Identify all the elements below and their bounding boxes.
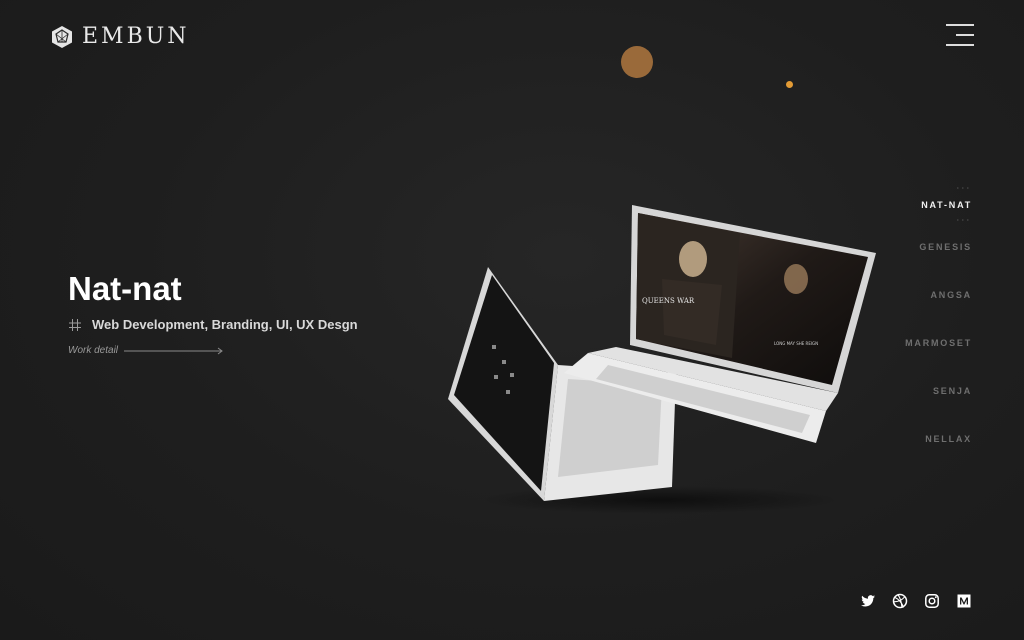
menu-line xyxy=(946,44,974,46)
project-nav-label: NAT-NAT xyxy=(921,200,972,210)
laptop-mockups-illustration: QUEENS WAR LONG MAY SHE REIGN xyxy=(448,205,876,514)
work-detail-link[interactable]: Work detail xyxy=(68,345,224,356)
project-nav-label: NELLAX xyxy=(925,434,972,444)
brand-logo[interactable]: EMBUN xyxy=(50,24,190,49)
project-nav-item-genesis[interactable]: GENESIS xyxy=(905,234,972,282)
mockup-quote: LONG MAY SHE REIGN xyxy=(774,341,818,346)
menu-line xyxy=(946,24,974,26)
brand-name: EMBUN xyxy=(82,24,190,49)
hash-icon xyxy=(69,318,81,331)
twitter-icon[interactable] xyxy=(860,593,876,609)
project-tags: Web Development, Branding, UI, UX Desgn xyxy=(68,317,358,332)
project-nav: ··· NAT-NAT ··· GENESIS ANGSA MARMOSET S… xyxy=(905,186,972,474)
project-nav-item-marmoset[interactable]: MARMOSET xyxy=(905,330,972,378)
project-nav-item-nat-nat[interactable]: ··· NAT-NAT ··· xyxy=(905,186,972,234)
active-indicator-dots: ··· xyxy=(957,218,972,224)
project-nav-label: MARMOSET xyxy=(905,338,972,348)
medium-icon[interactable] xyxy=(956,593,972,609)
menu-button[interactable] xyxy=(944,24,974,46)
project-tags-text: Web Development, Branding, UI, UX Desgn xyxy=(92,317,358,332)
project-title: Nat-nat xyxy=(68,270,182,307)
work-detail-label: Work detail xyxy=(68,345,119,356)
project-nav-label: ANGSA xyxy=(930,290,972,300)
logo-icon xyxy=(52,25,72,48)
instagram-icon[interactable] xyxy=(924,593,940,609)
active-indicator-dots: ··· xyxy=(957,186,972,192)
project-nav-item-angsa[interactable]: ANGSA xyxy=(905,282,972,330)
project-nav-label: GENESIS xyxy=(919,242,972,252)
decorative-orb xyxy=(621,46,653,78)
mockup-headline: QUEENS WAR xyxy=(642,297,695,305)
menu-line xyxy=(956,34,974,36)
dribbble-icon[interactable] xyxy=(892,593,908,609)
project-nav-item-senja[interactable]: SENJA xyxy=(905,378,972,426)
decorative-dot xyxy=(786,81,793,88)
arrow-right-icon xyxy=(124,347,223,354)
project-nav-label: SENJA xyxy=(932,386,972,396)
project-nav-item-nellax[interactable]: NELLAX xyxy=(905,426,972,474)
social-links xyxy=(860,593,972,609)
